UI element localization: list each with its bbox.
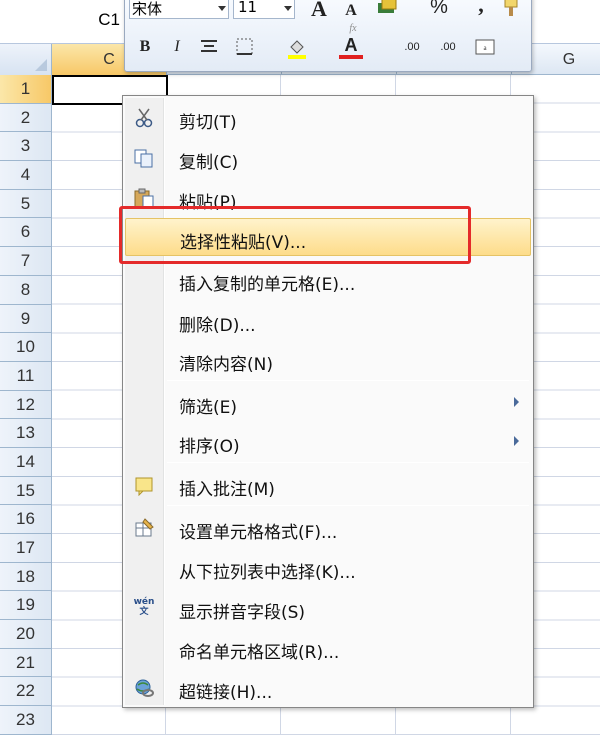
row-header[interactable]: 7 <box>0 247 52 276</box>
row-header[interactable]: 13 <box>0 419 52 448</box>
menu-item-label: 从下拉列表中选择(K)... <box>179 563 356 583</box>
row-header[interactable]: 6 <box>0 218 52 248</box>
percent-style-button[interactable]: % <box>427 0 451 19</box>
row-header[interactable]: 10 <box>0 333 52 362</box>
menu-item-insert-comment[interactable]: 插入批注(M) <box>125 466 531 504</box>
menu-item-label: 超链接(H)... <box>179 683 273 703</box>
font-color-label: A <box>344 35 358 55</box>
menu-item-label: 复制(C) <box>179 153 239 173</box>
paint-bucket-icon <box>288 40 306 59</box>
row-header[interactable]: 12 <box>0 390 52 420</box>
menu-item-label: 剪切(T) <box>179 113 237 133</box>
row-header[interactable]: 9 <box>0 304 52 334</box>
menu-item-label: 显示拼音字段(S) <box>179 603 306 623</box>
phonetic-icon: wén 文 <box>133 597 155 617</box>
menu-item-hyperlink[interactable]: 超链接(H)... <box>125 669 531 707</box>
menu-item-label: 命名单元格区域(R)... <box>179 643 340 663</box>
row-header[interactable]: 5 <box>0 189 52 219</box>
menu-item-show-phonetic[interactable]: wén 文 显示拼音字段(S) <box>125 589 531 627</box>
menu-item-label: 删除(D)... <box>179 316 256 336</box>
align-center-icon <box>201 40 217 52</box>
menu-item-filter[interactable]: 筛选(E) <box>125 384 531 422</box>
name-box[interactable]: C1 <box>0 10 124 32</box>
format-cells-icon <box>133 517 155 539</box>
hyperlink-icon <box>133 677 155 699</box>
font-name-value: 宋体 <box>132 0 163 18</box>
menu-item-label: 清除内容(N) <box>179 355 273 375</box>
row-header[interactable]: 22 <box>0 677 52 707</box>
currency-icon <box>378 0 397 13</box>
menu-item-format-cells[interactable]: 设置单元格格式(F)... <box>125 509 531 547</box>
font-name-box[interactable]: 宋体 <box>129 0 229 19</box>
menu-item-label: 排序(O) <box>179 437 240 457</box>
menu-item-insert-copied-cells[interactable]: 插入复制的单元格(E)... <box>125 261 531 299</box>
row-header[interactable]: 17 <box>0 534 52 563</box>
menu-item-clear-contents[interactable]: 清除内容(N) <box>125 341 531 379</box>
select-all-button[interactable] <box>0 44 52 75</box>
menu-item-label: 设置单元格格式(F)... <box>179 523 338 543</box>
fill-color-button[interactable] <box>285 35 309 59</box>
menu-separator <box>167 380 529 381</box>
borders-icon <box>236 38 253 55</box>
bold-button[interactable]: B <box>133 35 157 59</box>
menu-item-define-name[interactable]: 命名单元格区域(R)... <box>125 629 531 667</box>
row-header[interactable]: 23 <box>0 706 52 735</box>
copy-icon <box>133 147 155 169</box>
row-header[interactable]: 20 <box>0 620 52 649</box>
menu-item-copy[interactable]: 复制(C) <box>125 139 531 177</box>
grow-font-button[interactable]: A <box>307 0 331 21</box>
menu-item-label: 插入批注(M) <box>179 480 275 500</box>
row-header[interactable]: 1 <box>0 75 52 104</box>
row-header[interactable]: 3 <box>0 132 52 162</box>
format-painter-button[interactable] <box>499 0 523 19</box>
menu-item-sort[interactable]: 排序(O) <box>125 423 531 461</box>
row-header-column: 1 2 3 4 5 6 7 8 9 10 11 12 13 14 15 16 1… <box>0 75 52 735</box>
chevron-down-icon <box>218 6 226 11</box>
submenu-arrow-icon <box>514 436 519 446</box>
decrease-decimal-button[interactable]: .00 <box>431 35 465 59</box>
chevron-down-icon <box>284 6 292 11</box>
menu-separator <box>167 505 529 506</box>
merge-center-button[interactable]: a <box>473 35 497 59</box>
menu-item-label: 筛选(E) <box>179 398 238 418</box>
font-color-button[interactable]: A <box>339 33 363 57</box>
align-center-button[interactable] <box>197 35 221 59</box>
menu-item-delete[interactable]: 删除(D)... <box>125 302 531 340</box>
context-menu: 剪切(T) 复制(C) 粘贴(P) 选择性粘贴(V)... 插入复制的单元格(E… <box>122 95 534 708</box>
row-header[interactable]: 15 <box>0 476 52 506</box>
menu-item-cut[interactable]: 剪切(T) <box>125 99 531 137</box>
row-header[interactable]: 14 <box>0 447 52 477</box>
row-header[interactable]: 19 <box>0 591 52 621</box>
mini-toolbar: 宋体 11 A A fx % , B I A .00 .00 a <box>124 0 532 72</box>
submenu-arrow-icon <box>514 397 519 407</box>
font-color-swatch <box>339 55 363 59</box>
annotation-highlight-box <box>119 206 471 264</box>
comma-style-button[interactable]: , <box>469 0 493 17</box>
brush-icon <box>504 0 518 16</box>
merge-cells-icon: a <box>475 39 495 55</box>
menu-item-pick-from-list[interactable]: 从下拉列表中选择(K)... <box>125 549 531 587</box>
borders-button[interactable] <box>233 35 257 59</box>
comment-icon <box>133 474 155 497</box>
row-header[interactable]: 21 <box>0 648 52 678</box>
accounting-format-button[interactable] <box>375 0 399 19</box>
scissors-icon <box>133 107 155 129</box>
italic-button[interactable]: I <box>165 35 189 59</box>
font-size-box[interactable]: 11 <box>233 0 295 19</box>
row-header[interactable]: 2 <box>0 103 52 133</box>
row-header[interactable]: 4 <box>0 161 52 190</box>
row-header[interactable]: 16 <box>0 505 52 534</box>
menu-item-label: 插入复制的单元格(E)... <box>179 275 356 295</box>
row-header[interactable]: 8 <box>0 275 52 305</box>
row-header[interactable]: 11 <box>0 361 52 391</box>
menu-separator <box>167 462 529 463</box>
font-size-value: 11 <box>238 0 258 16</box>
increase-decimal-button[interactable]: .00 <box>395 35 429 59</box>
row-header[interactable]: 18 <box>0 562 52 592</box>
